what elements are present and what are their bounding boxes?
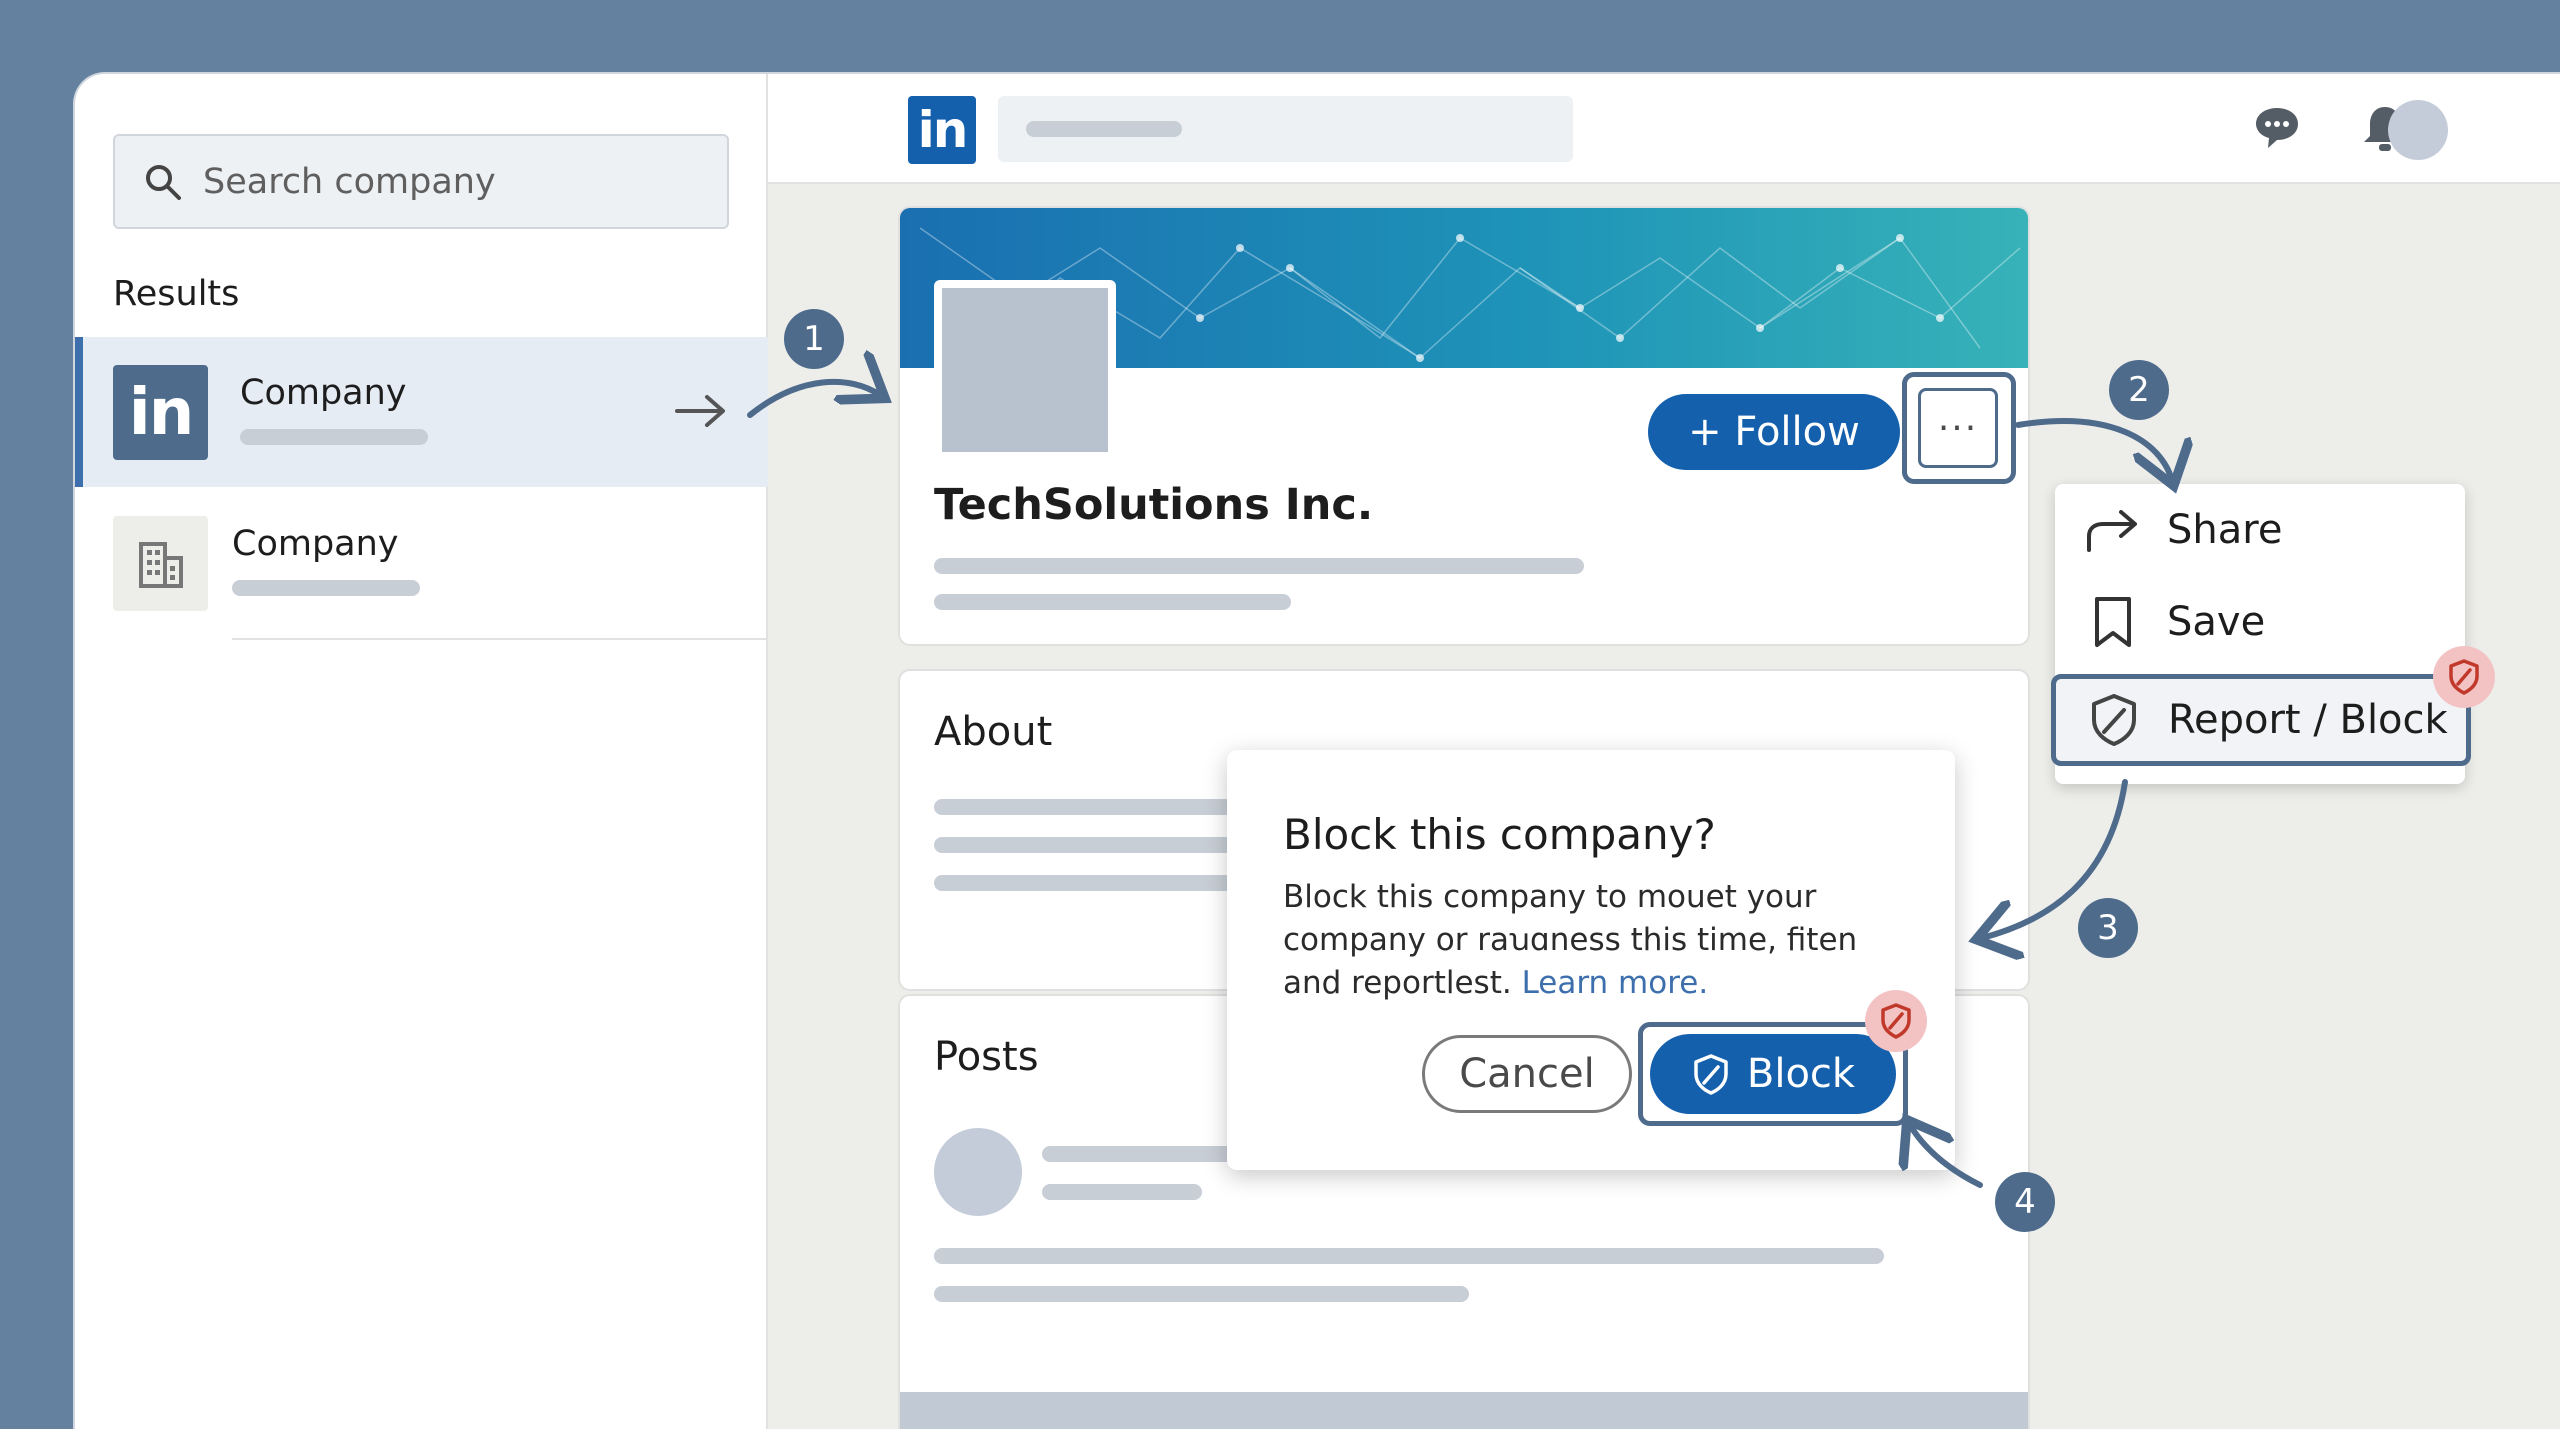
avatar[interactable]	[2388, 100, 2448, 160]
search-placeholder-bar	[1026, 121, 1182, 137]
menu-item-share[interactable]: Share	[2055, 484, 2465, 576]
about-text-placeholder	[934, 837, 1234, 853]
step-badge-3: 3	[2078, 898, 2138, 958]
post-avatar	[934, 1128, 1022, 1216]
menu-item-label: Share	[2167, 507, 2283, 553]
search-icon	[146, 164, 181, 200]
result-item[interactable]: Company	[75, 488, 768, 640]
linkedin-logo[interactable]: in	[908, 96, 976, 164]
post-text-placeholder	[934, 1248, 1884, 1264]
top-search-bar[interactable]	[998, 96, 1573, 162]
top-nav: in	[768, 74, 2560, 184]
shield-alert-icon	[2449, 659, 2479, 695]
post-media-placeholder	[900, 1392, 2028, 1429]
dialog-title: Block this company?	[1283, 810, 1716, 859]
search-box[interactable]	[113, 134, 729, 229]
follow-button[interactable]: + Follow	[1648, 394, 1900, 470]
result-subtitle-placeholder	[240, 429, 428, 445]
step-badge-4: 4	[1995, 1172, 2055, 1232]
more-options-menu: Share Save Report / Block	[2051, 484, 2471, 784]
building-icon	[113, 516, 208, 611]
posts-heading: Posts	[934, 1034, 1039, 1080]
post-text-placeholder	[934, 1286, 1469, 1302]
step-badge-2: 2	[2109, 360, 2169, 420]
search-input[interactable]	[203, 161, 683, 202]
results-heading: Results	[113, 274, 240, 314]
learn-more-link[interactable]: Learn more.	[1522, 965, 1709, 1001]
menu-item-save[interactable]: Save	[2055, 576, 2465, 668]
result-title: Company	[240, 373, 407, 413]
about-text-placeholder	[934, 875, 1234, 891]
result-item-selected[interactable]: in Company	[75, 337, 768, 487]
linkedin-in-logo: in	[113, 365, 208, 460]
menu-item-label: Save	[2167, 599, 2266, 645]
sidebar: Results in Company Company	[75, 74, 768, 1429]
bookmark-icon	[2095, 597, 2131, 647]
block-button-highlight: Block	[1638, 1022, 1908, 1126]
warning-shield-badge	[1865, 990, 1927, 1052]
divider	[232, 638, 768, 640]
post-author-placeholder	[1042, 1146, 1242, 1162]
company-profile-card: + Follow TechSolutions Inc.	[898, 206, 2030, 646]
shield-icon	[1694, 1054, 1728, 1095]
messaging-icon[interactable]	[2250, 102, 2304, 156]
step-badge-1: 1	[784, 309, 844, 369]
menu-item-label: Report / Block	[2168, 697, 2448, 743]
arrow-right-icon	[675, 395, 725, 427]
about-heading: About	[934, 709, 1053, 755]
more-options-highlight: ···	[1902, 372, 2016, 484]
company-name: TechSolutions Inc.	[934, 480, 1374, 530]
result-subtitle-placeholder	[232, 580, 420, 596]
tagline-placeholder	[934, 558, 1584, 574]
shield-icon	[2092, 694, 2136, 746]
result-title: Company	[232, 524, 399, 564]
more-dots: ···	[1937, 407, 1979, 449]
block-button[interactable]: Block	[1650, 1034, 1896, 1114]
dialog-body: Block this company to mouet your company…	[1283, 876, 1903, 1005]
cancel-button[interactable]: Cancel	[1422, 1035, 1632, 1113]
post-meta-placeholder	[1042, 1184, 1202, 1200]
meta-placeholder	[934, 594, 1291, 610]
block-confirmation-dialog: Block this company? Block this company t…	[1227, 750, 1955, 1170]
about-text-placeholder	[934, 799, 1234, 815]
company-logo-placeholder	[934, 280, 1116, 460]
block-button-label: Block	[1746, 1051, 1856, 1097]
menu-item-report-block[interactable]: Report / Block	[2051, 674, 2471, 766]
warning-shield-badge	[2433, 646, 2495, 708]
more-options-button[interactable]: ···	[1918, 388, 1998, 468]
shield-alert-icon	[1881, 1003, 1911, 1039]
share-arrow-icon	[2087, 510, 2137, 552]
